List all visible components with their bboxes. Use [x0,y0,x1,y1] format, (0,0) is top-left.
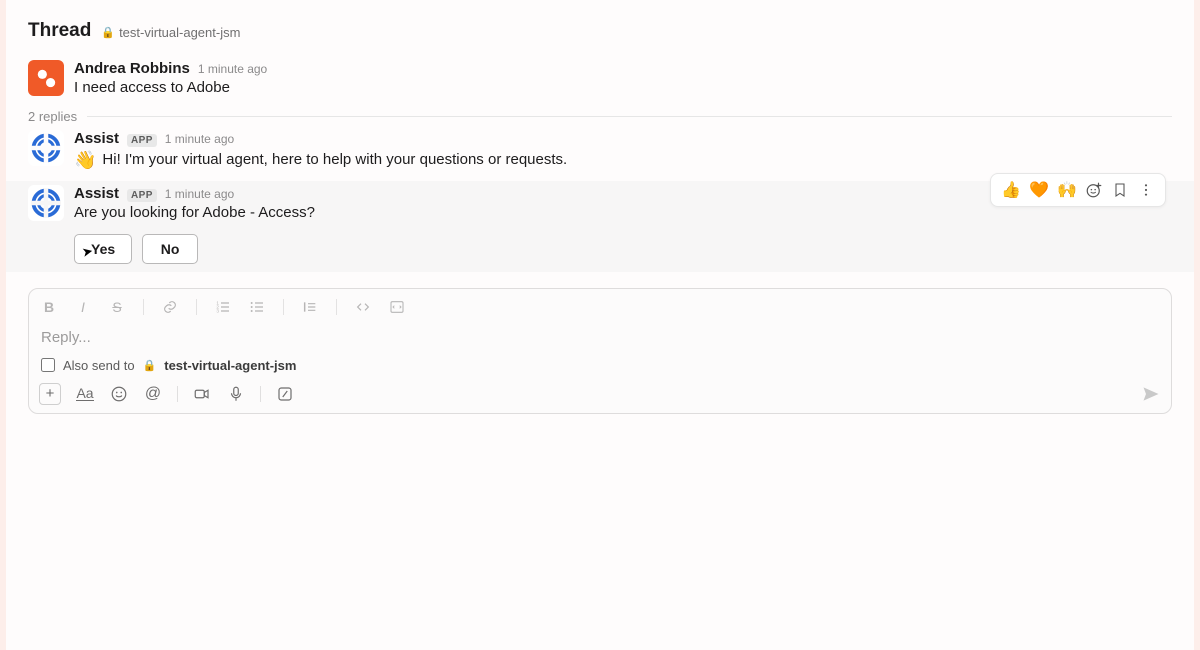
message-hover-actions: 👍 🧡 🙌 [990,173,1166,207]
reply-input[interactable] [39,323,1161,356]
italic-icon[interactable]: I [75,299,91,315]
message-author[interactable]: Assist [74,185,119,202]
emoji-picker-icon[interactable] [109,384,129,404]
also-send-channel: test-virtual-agent-jsm [164,358,296,373]
message-author[interactable]: Andrea Robbins [74,60,190,77]
yes-button[interactable]: Yes [74,234,132,264]
reply-message: Assist APP 1 minute ago Are you looking … [6,181,1194,272]
reaction-hands[interactable]: 🙌 [1057,180,1077,200]
text-format-icon[interactable]: Aa [75,384,95,404]
link-icon[interactable] [162,299,178,315]
reaction-heart[interactable]: 🧡 [1029,180,1049,200]
send-button[interactable] [1141,384,1161,404]
bookmark-icon[interactable] [1111,181,1129,199]
avatar[interactable] [28,185,64,221]
message-timestamp[interactable]: 1 minute ago [165,132,234,146]
assist-icon [31,188,61,218]
thread-channel[interactable]: 🔒 test-virtual-agent-jsm [101,25,240,40]
lock-icon: 🔒 [143,359,157,372]
wave-emoji: 👋 [74,147,96,173]
avatar[interactable] [28,60,64,96]
lock-icon: 🔒 [101,26,115,39]
format-toolbar: B I S 123 [39,295,1161,323]
blockquote-icon[interactable] [302,299,318,315]
also-send-row: Also send to 🔒 test-virtual-agent-jsm [39,356,1161,381]
message-text: I need access to Adobe [74,77,1172,99]
thread-title: Thread [28,20,91,42]
replies-separator: 2 replies [6,107,1194,126]
ordered-list-icon[interactable]: 123 [215,299,231,315]
app-badge: APP [127,134,157,147]
codeblock-icon[interactable] [389,299,405,315]
bullet-list-icon[interactable] [249,299,265,315]
original-message: Andrea Robbins 1 minute ago I need acces… [6,56,1194,107]
attach-button[interactable]: + [39,383,61,405]
person-icon [35,67,57,89]
assist-icon [31,133,61,163]
message-timestamp[interactable]: 1 minute ago [198,62,267,76]
mic-icon[interactable] [226,384,246,404]
more-actions-icon[interactable] [1137,181,1155,199]
thread-header: Thread 🔒 test-virtual-agent-jsm [6,20,1194,56]
svg-text:3: 3 [216,308,219,313]
mention-icon[interactable]: @ [143,384,163,404]
bold-icon[interactable]: B [41,299,57,315]
message-author[interactable]: Assist [74,130,119,147]
message-timestamp[interactable]: 1 minute ago [165,187,234,201]
reply-composer: B I S 123 [28,288,1172,414]
replies-count: 2 replies [28,109,77,124]
code-icon[interactable] [355,299,371,315]
app-badge: APP [127,189,157,202]
reaction-thumbsup[interactable]: 👍 [1001,180,1021,200]
also-send-checkbox[interactable] [41,358,55,372]
message-text: 👋 Hi! I'm your virtual agent, here to he… [74,147,1172,173]
no-button[interactable]: No [142,234,198,264]
also-send-label: Also send to [63,358,135,373]
shortcut-icon[interactable] [275,384,295,404]
strike-icon[interactable]: S [109,299,125,315]
avatar[interactable] [28,130,64,166]
add-reaction-icon[interactable] [1085,181,1103,199]
thread-channel-name: test-virtual-agent-jsm [119,25,240,40]
video-icon[interactable] [192,384,212,404]
